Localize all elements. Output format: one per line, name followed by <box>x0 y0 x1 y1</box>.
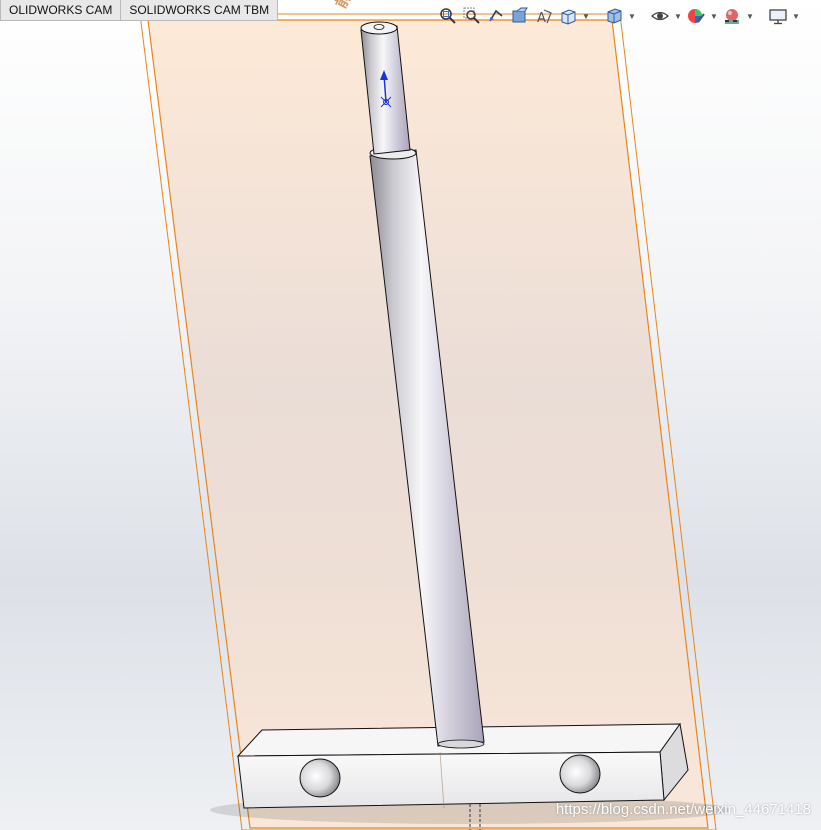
display-style-icon[interactable] <box>604 6 624 26</box>
apply-scene-icon[interactable] <box>722 6 742 26</box>
previous-view-icon[interactable] <box>486 6 506 26</box>
chevron-down-icon[interactable]: ▼ <box>710 6 718 26</box>
chevron-down-icon[interactable]: ▼ <box>792 6 800 26</box>
tab-solidworks-cam-tbm[interactable]: SOLIDWORKS CAM TBM <box>121 0 279 21</box>
chevron-down-icon[interactable]: ▼ <box>628 6 636 26</box>
chevron-down-icon[interactable]: ▼ <box>746 6 754 26</box>
mounting-hole <box>299 758 341 798</box>
view-orientation-icon[interactable] <box>558 6 578 26</box>
hide-show-items-icon[interactable] <box>650 6 670 26</box>
chevron-down-icon[interactable]: ▼ <box>674 6 682 26</box>
view-settings-icon[interactable] <box>768 6 788 26</box>
tab-solidworks-cam[interactable]: OLIDWORKS CAM <box>0 0 122 21</box>
zoom-to-fit-icon[interactable] <box>438 6 458 26</box>
chevron-down-icon[interactable]: ▼ <box>582 6 590 26</box>
mounting-hole <box>559 754 601 794</box>
dynamic-annotation-view-icon[interactable]: A <box>534 6 554 26</box>
graphics-area[interactable] <box>0 0 821 830</box>
section-view-icon[interactable] <box>510 6 530 26</box>
edit-appearance-icon[interactable] <box>686 6 706 26</box>
heads-up-view-toolbar: A ▼ ▼ ▼ ▼ ▼ ▼ <box>438 5 800 27</box>
watermark: https://blog.csdn.net/weixin_44671418 <box>555 801 811 818</box>
zoom-to-area-icon[interactable] <box>462 6 482 26</box>
command-manager-tabs: OLIDWORKS CAM SOLIDWORKS CAM TBM <box>0 0 279 22</box>
svg-text:A: A <box>537 11 546 25</box>
